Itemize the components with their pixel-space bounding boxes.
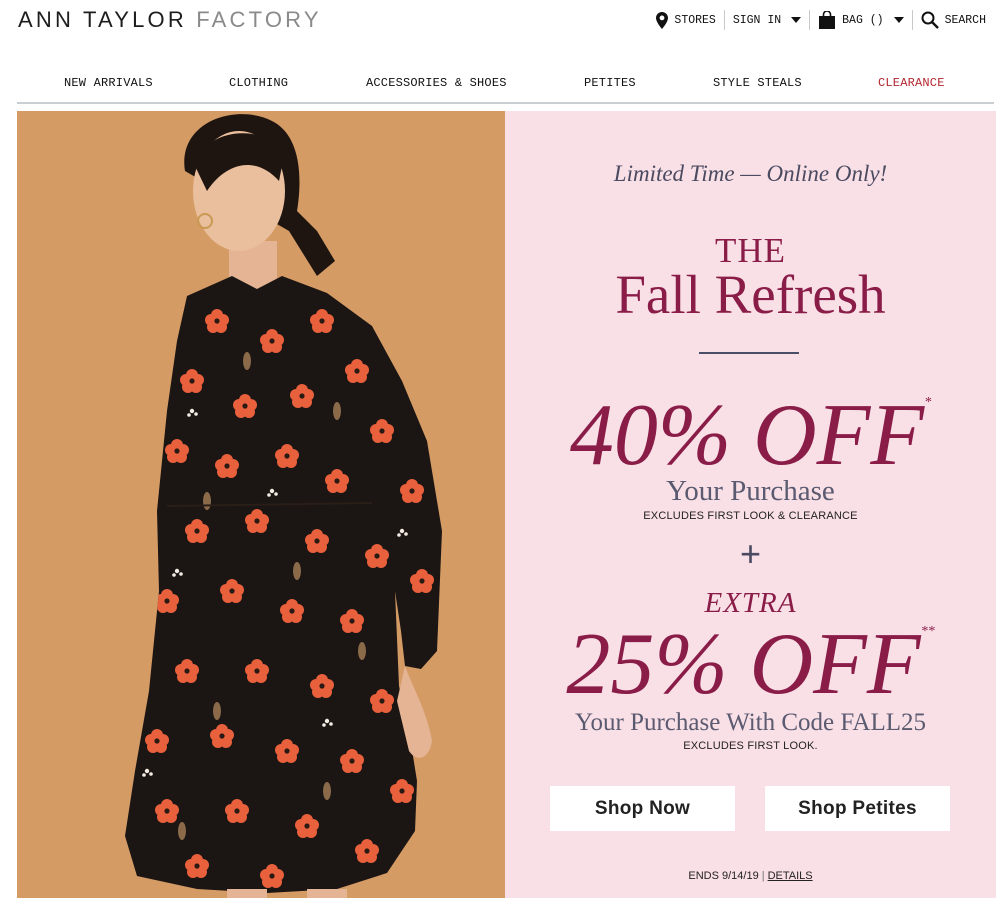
- shop-petites-button[interactable]: Shop Petites: [765, 786, 950, 831]
- nav-petites[interactable]: PETITES: [584, 76, 636, 90]
- hero-model-image[interactable]: [17, 111, 505, 898]
- brand-name-primary: ANN TAYLOR: [18, 7, 197, 32]
- caret-down-icon: [791, 17, 802, 23]
- offer-40-exclusions: EXCLUDES FIRST LOOK & CLEARANCE: [643, 510, 858, 522]
- promo-title: Fall Refresh: [615, 264, 886, 325]
- offer-25-off-text: 25% OFF: [566, 616, 921, 713]
- search-button[interactable]: SEARCH: [913, 10, 994, 30]
- offer-25-off: 25% OFF**: [505, 621, 996, 709]
- sign-in-menu[interactable]: SIGN IN: [725, 10, 809, 30]
- bag-menu[interactable]: BAG (): [810, 10, 911, 30]
- offer-40-subtitle: Your Purchase: [666, 475, 835, 507]
- offer-25-exclusions: EXCLUDES FIRST LOOK.: [683, 740, 818, 752]
- search-label: SEARCH: [944, 13, 986, 27]
- nav-clothing[interactable]: CLOTHING: [229, 76, 288, 90]
- offer-25-subtitle: Your Purchase With Code FALL25: [574, 709, 927, 736]
- separator: |: [761, 870, 765, 882]
- bag-label: BAG (): [842, 13, 884, 27]
- promo-end-date: ENDS 9/14/19 | DETAILS: [505, 870, 996, 882]
- main-navigation: NEW ARRIVALS CLOTHING ACCESSORIES & SHOE…: [17, 70, 994, 104]
- caret-down-icon: [893, 17, 904, 23]
- stores-label: STORES: [674, 13, 716, 27]
- nav-clearance[interactable]: CLEARANCE: [878, 76, 945, 90]
- utility-bar: STORES SIGN IN BAG () SEARCH: [648, 8, 994, 32]
- details-link[interactable]: DETAILS: [768, 870, 813, 882]
- nav-new-arrivals[interactable]: NEW ARRIVALS: [64, 76, 153, 90]
- model-illustration: [125, 114, 442, 898]
- offer-40-off-text: 40% OFF: [569, 387, 925, 484]
- sign-in-label: SIGN IN: [732, 13, 782, 27]
- brand-logo[interactable]: ANN TAYLOR FACTORY: [18, 8, 322, 32]
- stores-link[interactable]: STORES: [648, 10, 723, 30]
- nav-style-steals[interactable]: STYLE STEALS: [713, 76, 802, 90]
- offer-40-asterisk: *: [924, 395, 932, 410]
- divider-rule: [699, 352, 799, 354]
- nav-accessories-shoes[interactable]: ACCESSORIES & SHOES: [366, 76, 507, 90]
- promo-tagline: Limited Time — Online Only!: [613, 161, 888, 186]
- search-icon: [921, 11, 939, 29]
- location-pin-icon: [656, 11, 669, 29]
- shop-now-button[interactable]: Shop Now: [550, 786, 735, 831]
- plus-sign: +: [739, 533, 762, 574]
- shopping-bag-icon: [819, 11, 836, 29]
- offer-25-asterisks: **: [920, 624, 935, 639]
- brand-name-secondary: FACTORY: [196, 7, 322, 32]
- end-date-text: ENDS 9/14/19: [688, 870, 759, 882]
- offer-40-off: 40% OFF*: [505, 392, 996, 480]
- promo-panel: Limited Time — Online Only! THE Fall Ref…: [505, 111, 996, 898]
